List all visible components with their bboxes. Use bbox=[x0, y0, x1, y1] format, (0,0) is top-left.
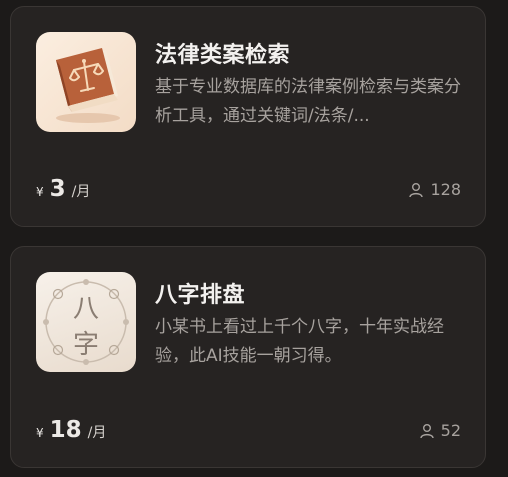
product-card-law[interactable]: 法律类案检索 基于专业数据库的法律案例检索与类案分析工具，通过关键词/法条/..… bbox=[10, 6, 486, 227]
currency-symbol: ¥ bbox=[36, 426, 44, 440]
law-book-thumbnail bbox=[36, 32, 136, 132]
card-title: 八字排盘 bbox=[155, 283, 246, 308]
card-description: 基于专业数据库的法律案例检索与类案分析工具，通过关键词/法条/... bbox=[155, 77, 461, 126]
product-card-bazi[interactable]: 八 字 八字排盘 小某书上看过上千个八字，十年实战经验，此AI技能一朝习得。 ¥… bbox=[10, 246, 486, 468]
price-period: /月 bbox=[71, 184, 91, 200]
price: ¥ 3 /月 bbox=[36, 176, 90, 202]
price-period: /月 bbox=[87, 425, 107, 441]
currency-symbol: ¥ bbox=[36, 185, 44, 199]
user-icon bbox=[419, 423, 434, 438]
card-title: 法律类案检索 bbox=[155, 43, 291, 68]
bazi-char-top: 八 bbox=[72, 294, 99, 324]
card-description: 小某书上看过上千个八字，十年实战经验，此AI技能一朝习得。 bbox=[155, 317, 444, 366]
user-count-value: 128 bbox=[430, 180, 461, 199]
user-icon bbox=[409, 182, 424, 197]
law-book-scales-icon bbox=[56, 48, 120, 123]
bazi-char-bottom: 字 bbox=[72, 330, 99, 360]
user-count: 128 bbox=[408, 180, 461, 199]
bazi-thumbnail: 八 字 bbox=[36, 272, 136, 372]
user-count-value: 52 bbox=[440, 421, 461, 440]
price-amount: 18 bbox=[49, 417, 82, 443]
price-amount: 3 bbox=[49, 176, 66, 202]
price: ¥ 18 /月 bbox=[36, 417, 106, 443]
user-count: 52 bbox=[419, 421, 461, 440]
